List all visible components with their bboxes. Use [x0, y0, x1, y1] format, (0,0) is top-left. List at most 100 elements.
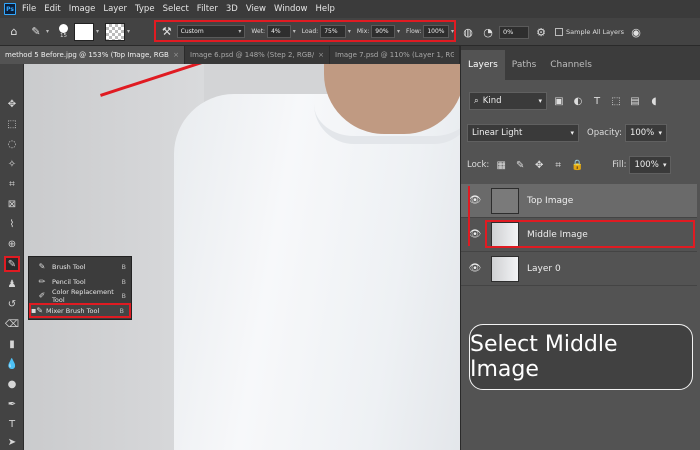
- flyout-brush-tool[interactable]: ✎ Brush Tool B: [29, 259, 131, 274]
- menu-layer[interactable]: Layer: [103, 4, 127, 14]
- lock-position-icon[interactable]: ✥: [532, 158, 546, 172]
- layer-filter-row: ⌕ Kind ▾ ▣ ◐ T ⬚ ▤ ◖: [461, 92, 700, 110]
- adjustment-filter-icon[interactable]: ◐: [571, 94, 585, 108]
- lasso-tool-icon[interactable]: ◌: [4, 136, 20, 152]
- blend-row: Linear Light ▾ Opacity: 100% ▾: [461, 124, 700, 142]
- move-tool-icon[interactable]: ✥: [4, 96, 20, 112]
- options-bar: ⌂ ✎ ▾ 15 ▾ ▾ ⚒ Custom ▾ Wet: 4% ▾ Load: …: [0, 18, 700, 46]
- magic-wand-tool-icon[interactable]: ✧: [4, 156, 20, 172]
- pixel-filter-icon[interactable]: ▣: [552, 94, 566, 108]
- menu-3d[interactable]: 3D: [226, 4, 238, 14]
- wet-field[interactable]: 4%: [267, 24, 291, 38]
- instruction-callout: Select Middle Image: [469, 324, 693, 390]
- gradient-tool-icon[interactable]: ▮: [4, 336, 20, 352]
- path-selection-tool-icon[interactable]: ➤: [4, 434, 20, 450]
- preset-dropdown[interactable]: Custom ▾: [176, 24, 246, 38]
- fill-label: Fill:: [612, 160, 627, 170]
- flyout-label: Brush Tool: [52, 262, 86, 271]
- sample-all-layers-checkbox[interactable]: [555, 28, 563, 36]
- menu-view[interactable]: View: [246, 4, 266, 14]
- healing-brush-tool-icon[interactable]: ⊕: [4, 236, 20, 252]
- menu-type[interactable]: Type: [135, 4, 155, 14]
- wet-value: 4%: [271, 27, 281, 35]
- flow-value: 100%: [427, 27, 445, 35]
- flyout-shortcut: B: [119, 306, 124, 315]
- filter-toggle-icon[interactable]: ◖: [647, 94, 661, 108]
- load-field[interactable]: 75%: [320, 24, 346, 38]
- menu-edit[interactable]: Edit: [44, 4, 60, 14]
- close-icon[interactable]: ×: [318, 51, 324, 59]
- menu-image[interactable]: Image: [69, 4, 96, 14]
- flyout-mixer-brush-tool[interactable]: ▪✎ Mixer Brush Tool B: [29, 303, 131, 318]
- shape-filter-icon[interactable]: ⬚: [609, 94, 623, 108]
- opacity-label: Opacity:: [587, 128, 622, 138]
- airbrush-icon[interactable]: ◍: [460, 24, 476, 40]
- marquee-tool-icon[interactable]: ⬚: [4, 116, 20, 132]
- tab-method-5-before[interactable]: method 5 Before.jpg @ 153% (Top Image, R…: [0, 46, 185, 64]
- options-right: ◍ ◔ 0% ⚙ Sample All Layers ◉: [460, 18, 644, 46]
- lock-artboard-icon[interactable]: ⌗: [551, 158, 565, 172]
- lock-transparent-icon[interactable]: ▦: [494, 158, 508, 172]
- type-filter-icon[interactable]: T: [590, 94, 604, 108]
- middle-image-highlight: [485, 220, 695, 248]
- fill-field[interactable]: 100% ▾: [629, 156, 672, 174]
- opacity-field[interactable]: 100% ▾: [624, 124, 667, 142]
- pressure-size-icon[interactable]: ◉: [628, 24, 644, 40]
- eraser-tool-icon[interactable]: ⌫: [4, 316, 20, 332]
- chevron-down-icon[interactable]: ▾: [293, 28, 296, 35]
- layer-thumbnail: [491, 187, 519, 214]
- close-icon[interactable]: ×: [173, 51, 179, 59]
- chevron-down-icon[interactable]: ▾: [451, 28, 454, 35]
- tab-paths[interactable]: Paths: [505, 50, 543, 80]
- stamp-tool-icon[interactable]: ♟: [4, 276, 20, 292]
- dodge-tool-icon[interactable]: ●: [4, 376, 20, 392]
- menu-filter[interactable]: Filter: [197, 4, 218, 14]
- frame-tool-icon[interactable]: ⊠: [4, 196, 20, 212]
- menu-select[interactable]: Select: [163, 4, 189, 14]
- tool-preset-picker[interactable]: ✎ ▾: [28, 24, 49, 40]
- menu-help[interactable]: Help: [316, 4, 335, 14]
- home-icon[interactable]: ⌂: [6, 24, 22, 40]
- blend-mode-dropdown[interactable]: Linear Light ▾: [467, 124, 579, 142]
- angle-field[interactable]: 0%: [499, 25, 529, 39]
- sample-all-layers-label: Sample All Layers: [566, 28, 625, 36]
- mix-field[interactable]: 90%: [371, 24, 395, 38]
- mixer-brush-icon: ▪✎: [31, 306, 44, 315]
- tab-image-6[interactable]: Image 6.psd @ 148% (Step 2, RGB/8#) * ×: [185, 46, 330, 64]
- brush-tool-icon[interactable]: ✎: [4, 256, 20, 272]
- panel-tabs: Layers Paths Channels: [461, 46, 700, 80]
- pen-tool-icon[interactable]: ✒: [4, 396, 20, 412]
- layer-row-top-image[interactable]: 👁 Top Image: [461, 184, 697, 218]
- flyout-color-replacement-tool[interactable]: ✐ Color Replacement Tool B: [29, 288, 131, 304]
- lock-label: Lock:: [467, 160, 490, 170]
- smart-object-filter-icon[interactable]: ▤: [628, 94, 642, 108]
- history-brush-tool-icon[interactable]: ↺: [4, 296, 20, 312]
- flyout-shortcut: B: [121, 291, 126, 300]
- lock-image-icon[interactable]: ✎: [513, 158, 527, 172]
- tab-layers[interactable]: Layers: [461, 50, 505, 80]
- chevron-down-icon[interactable]: ▾: [397, 28, 400, 35]
- crop-tool-icon[interactable]: ⌗: [4, 176, 20, 192]
- lock-all-icon[interactable]: 🔒: [570, 158, 584, 172]
- flow-field[interactable]: 100%: [423, 24, 449, 38]
- brush-size-picker[interactable]: 15: [59, 24, 69, 39]
- chevron-down-icon[interactable]: ▾: [348, 28, 351, 35]
- menu-bar: Ps File Edit Image Layer Type Select Fil…: [0, 0, 700, 18]
- chevron-down-icon: ▾: [238, 27, 242, 35]
- clean-brush-swatch: [105, 22, 126, 41]
- blur-tool-icon[interactable]: 💧: [4, 356, 20, 372]
- menu-window[interactable]: Window: [274, 4, 308, 14]
- preset-value: Custom: [180, 27, 204, 35]
- tab-image-7[interactable]: Image 7.psd @ 110% (Layer 1, RGB/8#): [330, 46, 460, 64]
- menu-file[interactable]: File: [22, 4, 36, 14]
- eye-icon[interactable]: 👁: [465, 263, 485, 274]
- load-brush-swatch[interactable]: ▾: [105, 22, 130, 41]
- tab-channels[interactable]: Channels: [543, 50, 599, 80]
- gear-icon[interactable]: ⚙: [533, 24, 549, 40]
- filter-kind-dropdown[interactable]: ⌕ Kind ▾: [469, 92, 547, 110]
- layer-row-layer-0[interactable]: 👁 Layer 0: [461, 252, 697, 286]
- eyedropper-tool-icon[interactable]: ⌇: [4, 216, 20, 232]
- mixer-swatch[interactable]: ▾: [74, 22, 99, 41]
- type-tool-icon[interactable]: T: [4, 416, 20, 432]
- wet-label: Wet:: [251, 27, 266, 35]
